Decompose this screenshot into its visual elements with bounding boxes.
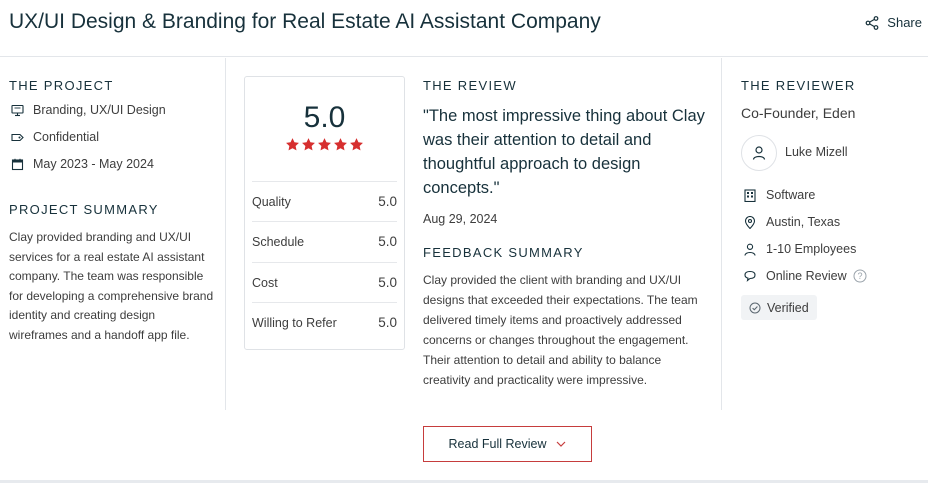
person-icon [744,243,756,256]
page-title: UX/UI Design & Branding for Real Estate … [9,10,601,33]
star-rating [245,137,404,152]
score-label: Quality [252,194,291,209]
user-icon [752,146,766,160]
share-icon [865,15,879,30]
project-heading: THE PROJECT [9,78,114,93]
avatar [741,135,777,171]
chat-bubble-icon [744,270,756,282]
review-quote: "The most impressive thing about Clay wa… [423,107,705,197]
review-date: Aug 29, 2024 [423,212,498,226]
reviewer-role: Co-Founder, Eden [741,105,856,121]
read-full-review-label: Read Full Review [448,437,547,451]
project-budget-label: Confidential [33,130,100,144]
feedback-summary-heading: FEEDBACK SUMMARY [423,245,584,260]
reviewer-column: THE REVIEWER Co-Founder, Eden Luke Mizel… [721,58,928,410]
chevron-down-icon [557,441,566,447]
project-budget: Confidential [11,130,99,144]
reviewer-review-type-label: Online Review [766,269,847,283]
check-circle-icon [749,302,761,313]
calendar-icon [11,158,24,170]
reviewer-industry-label: Software [766,188,816,202]
project-dates-label: May 2023 - May 2024 [33,157,154,171]
verified-label: Verified [767,300,809,315]
project-dates: May 2023 - May 2024 [11,157,154,171]
share-label: Share [887,15,922,30]
reviewer-name: Luke Mizell [785,145,848,159]
score-label: Willing to Refer [252,315,337,330]
project-service: Branding, UX/UI Design [11,103,166,117]
review-column: 5.0 Quality 5.0 Schedule 5.0 Cost 5.0 Wi… [226,58,722,410]
project-summary-text: Clay provided branding and UX/UI service… [9,230,214,342]
score-value: 5.0 [378,315,397,330]
reviewer-location: Austin, Texas [744,215,840,229]
page-header: UX/UI Design & Branding for Real Estate … [0,0,928,57]
reviewer-review-type: Online Review ? [744,269,867,283]
score-row-cost: Cost 5.0 [252,262,397,302]
score-value: 5.0 [378,275,397,290]
reviewer-industry: Software [744,188,815,202]
location-pin-icon [744,215,756,229]
overall-rating: 5.0 [303,101,346,134]
rating-card: 5.0 Quality 5.0 Schedule 5.0 Cost 5.0 Wi… [244,76,405,350]
read-full-review-button[interactable]: Read Full Review [423,426,592,462]
score-value: 5.0 [378,234,397,249]
share-button[interactable]: Share [865,15,922,30]
svg-text:?: ? [857,271,862,281]
project-column: THE PROJECT Branding, UX/UI Design Confi… [0,58,226,410]
project-summary-heading: PROJECT SUMMARY [9,202,159,217]
building-icon [744,188,756,202]
star-icon [302,138,315,151]
score-label: Cost [252,275,278,290]
score-row-schedule: Schedule 5.0 [252,221,397,261]
help-icon[interactable]: ? [853,269,867,283]
star-icon [350,138,363,151]
reviewer-location-label: Austin, Texas [766,215,841,229]
project-service-label: Branding, UX/UI Design [33,103,166,117]
score-label: Schedule [252,234,305,249]
verified-badge: Verified [741,295,817,320]
score-value: 5.0 [378,194,397,209]
score-row-willing-to-refer: Willing to Refer 5.0 [252,302,397,342]
review-heading: THE REVIEW [423,78,517,93]
star-icon [318,138,331,151]
star-icon [334,138,347,151]
reviewer-heading: THE REVIEWER [741,78,856,93]
tag-icon [11,133,24,141]
score-row-quality: Quality 5.0 [252,181,397,221]
monitor-icon [11,104,24,116]
reviewer-company-size-label: 1-10 Employees [766,242,857,256]
feedback-summary-text: Clay provided the client with branding a… [423,273,698,387]
star-icon [286,138,299,151]
reviewer-company-size: 1-10 Employees [744,242,856,256]
